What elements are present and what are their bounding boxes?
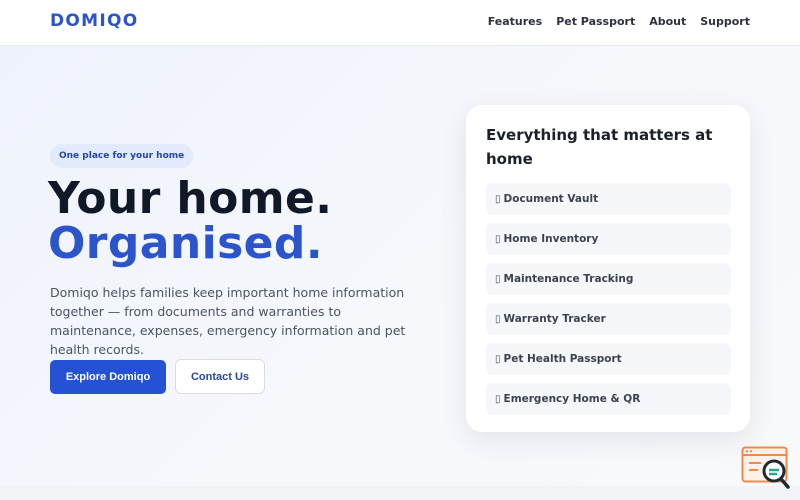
search-widget-icon[interactable]	[741, 446, 791, 490]
emergency-home-qr-icon: ▯	[495, 393, 501, 405]
feature-label: Maintenance Tracking	[503, 273, 634, 285]
features-card: Everything that matters at home ▯ Docume…	[466, 105, 750, 432]
logo[interactable]: DOMIQO	[50, 11, 139, 31]
maintenance-tracking-icon: ▯	[495, 273, 501, 285]
feature-label: Emergency Home & QR	[503, 393, 641, 405]
feature-label: Home Inventory	[503, 233, 599, 245]
nav-pet-passport[interactable]: Pet Passport	[556, 15, 635, 28]
document-vault-icon: ▯	[495, 193, 501, 205]
feature-emergency-home-qr[interactable]: ▯ Emergency Home & QR	[486, 383, 731, 415]
nav-support[interactable]: Support	[700, 15, 750, 28]
section-divider	[0, 486, 800, 500]
feature-document-vault[interactable]: ▯ Document Vault	[486, 183, 731, 215]
hero-badge: One place for your home	[50, 144, 194, 168]
headline-line-2: Organised.	[48, 218, 323, 269]
pet-health-passport-icon: ▯	[495, 353, 501, 365]
feature-home-inventory[interactable]: ▯ Home Inventory	[486, 223, 731, 255]
feature-pet-health-passport[interactable]: ▯ Pet Health Passport	[486, 343, 731, 375]
home-inventory-icon: ▯	[495, 233, 501, 245]
nav-features[interactable]: Features	[488, 15, 542, 28]
feature-label: Pet Health Passport	[503, 353, 622, 365]
main-nav: Features Pet Passport About Support	[488, 15, 750, 28]
feature-maintenance-tracking[interactable]: ▯ Maintenance Tracking	[486, 263, 731, 295]
nav-about[interactable]: About	[649, 15, 686, 28]
contact-button[interactable]: Contact Us	[175, 359, 265, 394]
feature-list: ▯ Document Vault ▯ Home Inventory ▯ Main…	[486, 183, 731, 423]
explore-button[interactable]: Explore Domiqo	[50, 360, 166, 394]
card-title: Everything that matters at home	[486, 126, 713, 168]
feature-label: Document Vault	[503, 193, 599, 205]
warranty-tracker-icon: ▯	[495, 313, 501, 325]
headline-line-1: Your home.	[48, 173, 333, 224]
hero-description: Domiqo helps families keep important hom…	[50, 285, 406, 357]
feature-warranty-tracker[interactable]: ▯ Warranty Tracker	[486, 303, 731, 335]
feature-label: Warranty Tracker	[503, 313, 606, 325]
site-header: DOMIQO Features Pet Passport About Suppo…	[0, 0, 800, 46]
hero-headline: Your home. Organised.	[48, 176, 332, 266]
